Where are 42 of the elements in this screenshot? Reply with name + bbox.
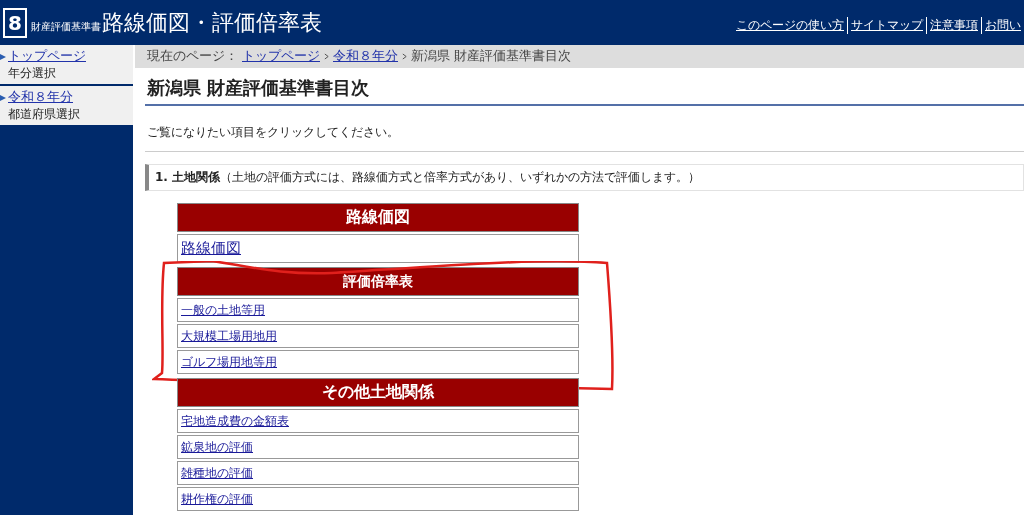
table-header: 評価倍率表 xyxy=(177,267,579,296)
header-link[interactable]: このページの使い方 xyxy=(733,17,847,34)
chevron-icon xyxy=(402,53,407,60)
breadcrumb-link[interactable]: 令和８年分 xyxy=(333,48,398,65)
table-link[interactable]: ゴルフ場用地等用 xyxy=(181,354,277,370)
breadcrumb-link[interactable]: トップページ xyxy=(242,48,320,65)
chevron-icon xyxy=(324,53,329,60)
table-row[interactable]: 鉱泉地の評価 xyxy=(177,435,579,459)
table-row[interactable]: 耕作権の評価 xyxy=(177,487,579,511)
table-link[interactable]: 雑種地の評価 xyxy=(181,465,253,481)
table-link[interactable]: 路線価図 xyxy=(181,239,241,258)
table-link[interactable]: 鉱泉地の評価 xyxy=(181,439,253,455)
intro-text: ご覧になりたい項目をクリックしてください。 xyxy=(147,124,400,141)
page-title: 新潟県 財産評価基準書目次 xyxy=(145,76,1024,106)
sidebar-caption: 年分選択 xyxy=(7,65,57,82)
section-title: 1. 土地関係 xyxy=(155,170,221,184)
section-note: （土地の評価方式には、路線価方式と倍率方式があり、いずれかの方法で評価します。） xyxy=(220,170,701,184)
sidebar-link[interactable]: 令和８年分 xyxy=(8,89,73,106)
triangle-icon xyxy=(0,53,6,60)
table-row[interactable]: ゴルフ場用地等用 xyxy=(177,350,579,374)
table-row[interactable]: 路線価図 xyxy=(177,234,579,263)
site-title: 路線価図・評価倍率表 xyxy=(102,8,322,37)
table-link[interactable]: 一般の土地等用 xyxy=(181,302,265,318)
table-link[interactable]: 宅地造成費の金額表 xyxy=(181,413,289,429)
table-header: 路線価図 xyxy=(177,203,579,232)
table-link[interactable]: 耕作権の評価 xyxy=(181,491,253,507)
header-link[interactable]: サイトマップ xyxy=(847,17,926,34)
header-link[interactable]: お問い xyxy=(981,17,1024,34)
sidebar-caption: 都道府県選択 xyxy=(7,106,81,123)
table-header: その他土地関係 xyxy=(177,378,579,407)
sidebar-link[interactable]: トップページ xyxy=(8,48,86,65)
table-link[interactable]: 大規模工場用地用 xyxy=(181,328,277,344)
table-row[interactable]: 雑種地の評価 xyxy=(177,461,579,485)
logo-icon: 8 xyxy=(3,7,27,38)
triangle-icon xyxy=(0,94,6,101)
table-row[interactable]: 宅地造成費の金額表 xyxy=(177,409,579,433)
header-link[interactable]: 注意事項 xyxy=(926,17,981,34)
table-row[interactable]: 大規模工場用地用 xyxy=(177,324,579,348)
table-row[interactable]: 一般の土地等用 xyxy=(177,298,579,322)
breadcrumb-label: 現在のページ： xyxy=(147,48,238,65)
site-subtitle: 財産評価基準書 xyxy=(31,19,101,34)
breadcrumb-current: 新潟県 財産評価基準書目次 xyxy=(411,48,571,65)
